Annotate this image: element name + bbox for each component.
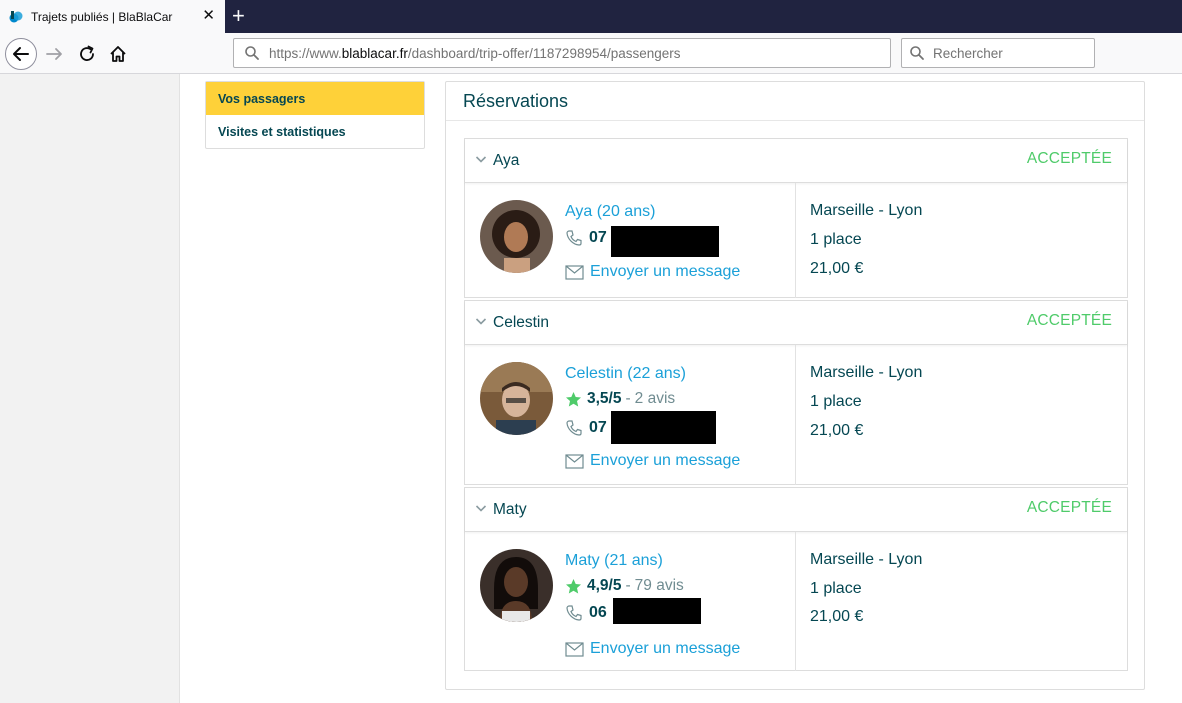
- booking-header[interactable]: Celestin ACCEPTÉE: [465, 301, 1127, 345]
- trip-seats: 1 place: [810, 580, 862, 597]
- trip-price: 21,00 €: [810, 422, 864, 439]
- send-message-link[interactable]: Envoyer un message: [565, 263, 740, 281]
- booking-body: Maty (21 ans) 4,9/5 - 79 avis 06 Envoyer…: [465, 532, 1127, 671]
- chevron-down-icon[interactable]: [475, 153, 487, 165]
- rating-separator: -: [625, 577, 631, 594]
- booking-header[interactable]: Maty ACCEPTÉE: [465, 488, 1127, 532]
- back-button[interactable]: [5, 38, 37, 70]
- booking-card: Aya ACCEPTÉE Aya (20 ans) 07 Envoyer un …: [464, 138, 1128, 298]
- star-icon: [566, 391, 581, 406]
- dashboard-side-menu: Vos passagers Visites et statistiques: [205, 81, 425, 149]
- phone-row: 07: [565, 419, 607, 437]
- trip-route: Marseille - Lyon: [810, 551, 923, 568]
- booking-name: Aya: [493, 152, 520, 169]
- page-title: Réservations: [463, 91, 569, 111]
- trip-seats: 1 place: [810, 231, 862, 248]
- side-menu-item-statistics[interactable]: Visites et statistiques: [206, 115, 424, 148]
- search-icon: [910, 46, 924, 60]
- passenger-name-link[interactable]: Celestin (22 ans): [565, 365, 686, 383]
- redacted-phone-number: [611, 226, 719, 257]
- star-icon: [566, 578, 581, 593]
- rating-row: 4,9/5 - 79 avis: [565, 577, 684, 595]
- phone-icon: [566, 230, 582, 246]
- booking-name: Maty: [493, 501, 527, 518]
- booking-name: Celestin: [493, 314, 549, 331]
- phone-icon: [566, 420, 582, 436]
- envelope-icon: [565, 264, 584, 280]
- chevron-down-icon[interactable]: [475, 315, 487, 327]
- home-icon[interactable]: [104, 40, 132, 68]
- column-divider: [795, 532, 796, 671]
- review-count: 79 avis: [634, 577, 684, 594]
- side-menu-item-label: Visites et statistiques: [218, 124, 346, 139]
- rating-score: 4,9/5: [587, 577, 622, 594]
- search-placeholder: Rechercher: [933, 45, 1003, 61]
- search-icon: [245, 46, 259, 60]
- passenger-name-link[interactable]: Aya (20 ans): [565, 203, 655, 221]
- status-badge: ACCEPTÉE: [1026, 150, 1112, 167]
- column-divider: [795, 183, 796, 298]
- send-message-label: Envoyer un message: [590, 640, 741, 657]
- rating-row: 3,5/5 - 2 avis: [565, 390, 675, 408]
- redacted-phone-number: [613, 598, 701, 624]
- left-gutter: [0, 74, 180, 703]
- trip-route: Marseille - Lyon: [810, 364, 923, 381]
- phone-row: 06: [565, 604, 607, 622]
- new-tab-icon[interactable]: +: [232, 5, 245, 27]
- reload-icon[interactable]: [73, 40, 101, 68]
- url-domain: blablacar.fr: [341, 45, 408, 61]
- send-message-label: Envoyer un message: [590, 452, 741, 469]
- phone-icon: [566, 605, 582, 621]
- avatar[interactable]: [480, 200, 553, 273]
- side-menu-item-label: Vos passagers: [218, 91, 306, 106]
- browser-tab-bar: Trajets publiés | BlaBlaCar ✕ +: [0, 0, 1182, 33]
- trip-seats: 1 place: [810, 393, 862, 410]
- send-message-link[interactable]: Envoyer un message: [565, 452, 740, 470]
- booking-card: Maty ACCEPTÉE Maty (21 ans) 4,9/5 - 79 a…: [464, 487, 1128, 671]
- close-tab-icon[interactable]: ✕: [202, 8, 215, 24]
- tab-title: Trajets publiés | BlaBlaCar: [31, 9, 173, 24]
- trip-route: Marseille - Lyon: [810, 202, 923, 219]
- trip-price: 21,00 €: [810, 608, 864, 625]
- column-divider: [795, 345, 796, 485]
- status-badge: ACCEPTÉE: [1026, 499, 1112, 516]
- rating-separator: -: [625, 390, 631, 407]
- booking-body: Aya (20 ans) 07 Envoyer un message Marse…: [465, 183, 1127, 298]
- booking-body: Celestin (22 ans) 3,5/5 - 2 avis 07 Envo…: [465, 345, 1127, 485]
- trip-price: 21,00 €: [810, 260, 864, 277]
- chevron-down-icon[interactable]: [475, 502, 487, 514]
- booking-card: Celestin ACCEPTÉE Celestin (22 ans) 3,5/…: [464, 300, 1128, 485]
- url-text: https://www.blablacar.fr/dashboard/trip-…: [269, 46, 681, 61]
- browser-nav-bar: https://www.blablacar.fr/dashboard/trip-…: [0, 33, 1182, 74]
- arrow-right-icon[interactable]: [41, 40, 69, 68]
- status-badge: ACCEPTÉE: [1026, 312, 1112, 329]
- phone-prefix: 07: [589, 229, 607, 246]
- envelope-icon: [565, 641, 584, 657]
- send-message-label: Envoyer un message: [590, 263, 741, 280]
- arrow-left-icon: [13, 47, 29, 61]
- booking-header[interactable]: Aya ACCEPTÉE: [465, 139, 1127, 183]
- browser-tab[interactable]: Trajets publiés | BlaBlaCar ✕: [0, 0, 225, 33]
- url-bar[interactable]: https://www.blablacar.fr/dashboard/trip-…: [233, 38, 891, 68]
- rating-score: 3,5/5: [587, 390, 622, 407]
- side-menu-item-passengers[interactable]: Vos passagers: [206, 82, 424, 115]
- phone-prefix: 07: [589, 419, 607, 436]
- phone-row: 07: [565, 229, 607, 247]
- title-divider: [446, 120, 1144, 121]
- passenger-name-link[interactable]: Maty (21 ans): [565, 552, 663, 570]
- url-prefix: https://www.: [269, 45, 342, 61]
- reservations-card: Réservations Aya ACCEPTÉE Aya (20 ans) 0…: [445, 81, 1145, 690]
- envelope-icon: [565, 453, 584, 469]
- review-count: 2 avis: [634, 390, 676, 407]
- avatar[interactable]: [480, 362, 553, 435]
- url-path: /dashboard/trip-offer/1187298954/passeng…: [407, 45, 681, 61]
- blablacar-favicon-icon: [9, 10, 23, 22]
- phone-prefix: 06: [589, 604, 607, 621]
- redacted-phone-number: [611, 411, 716, 444]
- send-message-link[interactable]: Envoyer un message: [565, 640, 740, 658]
- search-bar[interactable]: Rechercher: [901, 38, 1095, 68]
- avatar[interactable]: [480, 549, 553, 622]
